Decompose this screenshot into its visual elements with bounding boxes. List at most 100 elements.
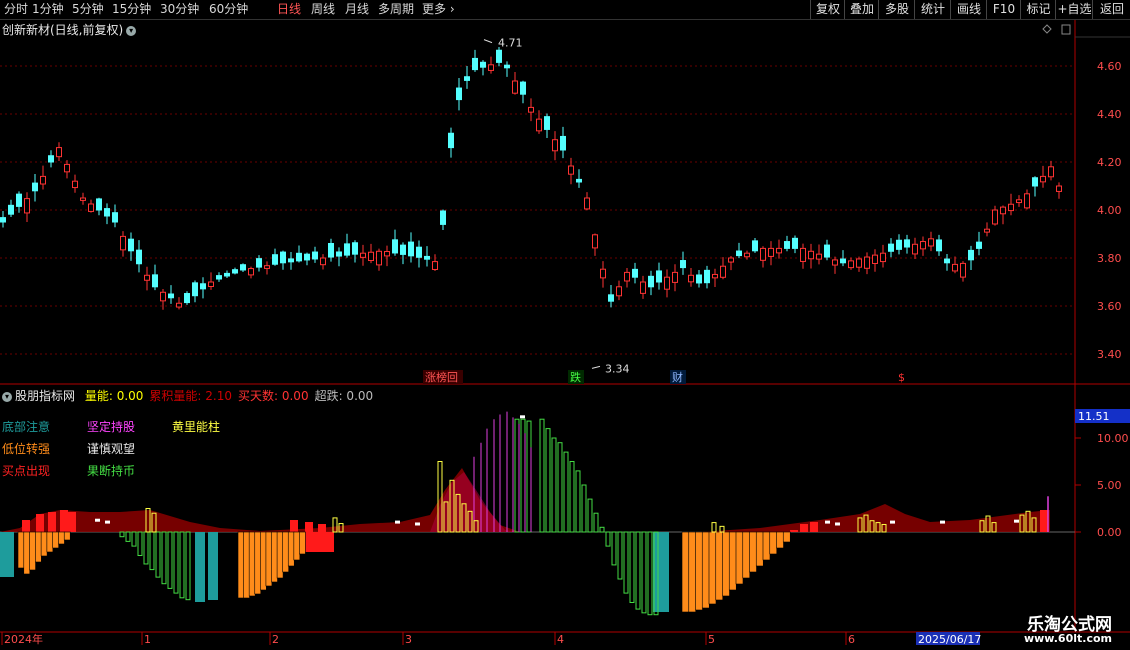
white-cap	[95, 518, 100, 522]
candle-body	[480, 61, 486, 68]
outline-bar	[617, 531, 623, 580]
candle-body	[944, 258, 950, 264]
candle-body	[296, 252, 302, 262]
white-cap	[835, 522, 840, 526]
candle-body	[584, 197, 590, 210]
candle-body	[1032, 177, 1038, 187]
candle-body	[80, 197, 86, 201]
candle-body	[448, 132, 454, 149]
candle-body	[808, 250, 814, 260]
outline-bar	[587, 498, 593, 533]
candle-body	[552, 139, 558, 152]
candle-body	[536, 118, 542, 132]
candle-body	[472, 57, 478, 71]
teal-bar	[653, 532, 669, 612]
red-bar	[305, 522, 313, 532]
outline-bar	[173, 531, 179, 594]
candle-body	[784, 241, 790, 249]
orange-bar	[708, 531, 717, 605]
orange-bar	[237, 531, 245, 599]
candle-body	[856, 258, 862, 268]
red-bar	[810, 522, 818, 532]
candle-body	[880, 252, 886, 263]
orange-bar	[782, 531, 791, 543]
candle-body	[344, 243, 350, 256]
candle-body	[384, 251, 390, 257]
candle-body	[48, 155, 54, 163]
price-tick-6: 3.40	[1097, 348, 1122, 361]
candle-body	[776, 247, 782, 254]
candle-body	[704, 269, 710, 284]
candle-body	[216, 275, 222, 280]
candle-body	[288, 258, 294, 263]
candle-body	[112, 212, 118, 223]
event-marker-1: 跌	[570, 370, 581, 384]
candle-body	[144, 274, 150, 281]
candle-body	[120, 235, 126, 251]
candle-body	[992, 209, 998, 225]
white-cap	[395, 520, 400, 524]
candle-body	[136, 249, 142, 265]
outline-bar	[551, 437, 557, 533]
outline-bar	[647, 531, 653, 616]
candle-body	[976, 241, 982, 249]
red-bar	[48, 512, 56, 532]
high-marker-arrow	[483, 39, 493, 44]
candle-body	[72, 180, 78, 189]
white-cap	[415, 522, 420, 526]
red-bar	[290, 520, 298, 532]
candle-body	[432, 261, 438, 270]
outline-bar	[611, 531, 617, 566]
candle-body	[160, 291, 166, 302]
candle-body	[400, 244, 406, 255]
candle-body	[1008, 203, 1014, 212]
time-label-3: 3	[405, 633, 412, 646]
orange-bar	[58, 531, 65, 545]
time-label-2: 2	[272, 633, 279, 646]
candle-body	[376, 250, 382, 266]
candle-body	[408, 241, 414, 257]
candle-body	[760, 247, 766, 261]
red-bar	[1040, 510, 1048, 532]
price-tick-1: 4.40	[1097, 108, 1122, 121]
candle-body	[864, 256, 870, 269]
outline-bar	[143, 531, 149, 565]
candle-body	[280, 251, 286, 264]
outline-bar	[641, 531, 647, 614]
orange-bar	[271, 531, 278, 583]
time-label-4: 4	[557, 633, 564, 646]
kline-chart[interactable]: 4.60 4.40 4.20 4.00 3.80 3.60 3.40 4.71 3.34 涨榜回 跌…	[0, 0, 1130, 650]
candle-body	[872, 254, 878, 264]
outline-bar	[629, 531, 635, 603]
teal-bar	[208, 532, 218, 600]
orange-bar	[749, 531, 757, 573]
price-tick-0: 4.60	[1097, 60, 1122, 73]
candle-body	[688, 274, 694, 283]
candle-body	[648, 275, 654, 288]
candle-body	[1000, 206, 1006, 215]
candle-body	[312, 251, 318, 260]
candle-body	[168, 293, 174, 299]
outline-bar	[514, 418, 520, 533]
outline-bar	[545, 428, 551, 533]
candle-body	[640, 281, 646, 294]
outline-bar	[161, 531, 167, 585]
outline-bar	[635, 531, 641, 610]
outline-bar	[119, 531, 125, 538]
teal-bar	[195, 532, 205, 602]
candle-body	[544, 116, 550, 130]
candle-body	[24, 198, 30, 214]
candle-body	[752, 240, 758, 252]
time-label-6: 6	[848, 633, 855, 646]
candle-body	[560, 135, 566, 151]
candle-body	[632, 268, 638, 278]
candle-body	[336, 251, 342, 257]
candle-body	[200, 283, 206, 290]
outline-bar	[149, 531, 155, 571]
candle-body	[440, 210, 446, 225]
white-cap	[825, 520, 830, 524]
diamond-icon	[1042, 24, 1052, 34]
time-label-0: 2024年	[4, 632, 43, 646]
candle-body	[952, 263, 958, 272]
current-value-label: 11.51	[1078, 410, 1110, 423]
